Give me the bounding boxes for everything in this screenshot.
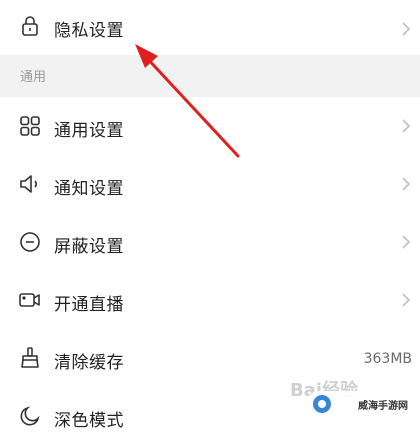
chevron-right-icon	[401, 234, 411, 250]
clear-cache-label: 清除缓存	[54, 353, 124, 373]
site-logo-icon	[312, 394, 332, 414]
open-live-label: 开通直播	[54, 295, 124, 315]
open-live-row[interactable]: 开通直播	[0, 271, 420, 329]
dark-mode-label: 深色模式	[54, 411, 124, 431]
section-title-general: 通用	[20, 70, 47, 85]
privacy-settings-label: 隐私设置	[54, 21, 124, 41]
notification-settings-label: 通知设置	[54, 179, 124, 199]
general-settings-label: 通用设置	[54, 121, 124, 141]
chevron-right-icon	[401, 21, 411, 37]
block-settings-label: 屏蔽设置	[54, 237, 124, 257]
cache-size-value: 363MB	[363, 351, 412, 367]
moon-icon	[18, 404, 42, 428]
chevron-right-icon	[401, 292, 411, 308]
grid-icon	[18, 114, 42, 138]
site-watermark-text: 威海手游网	[358, 400, 408, 412]
lock-icon	[18, 14, 42, 38]
privacy-settings-row[interactable]: 隐私设置	[0, 0, 420, 58]
minus-circle-icon	[18, 230, 42, 254]
section-header-bar	[0, 55, 420, 97]
block-settings-row[interactable]: 屏蔽设置	[0, 213, 420, 271]
general-settings-row[interactable]: 通用设置	[0, 97, 420, 155]
video-camera-icon	[18, 288, 42, 312]
broom-icon	[18, 346, 42, 370]
notification-settings-row[interactable]: 通知设置	[0, 155, 420, 213]
chevron-right-icon	[401, 176, 411, 192]
chevron-right-icon	[401, 118, 411, 134]
site-watermark: 威海手游网	[306, 391, 416, 417]
speaker-icon	[18, 172, 42, 196]
